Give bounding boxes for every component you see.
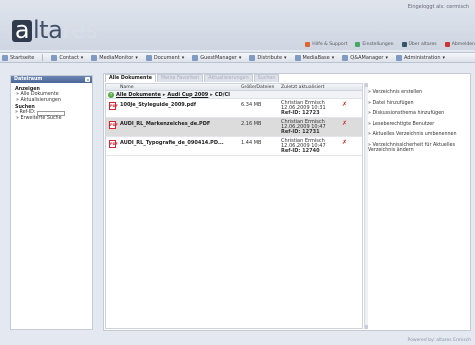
menu-qamanager[interactable]: Q&AManager ▾ [342, 54, 388, 61]
menu-mediabase[interactable]: MediaBase ▾ [294, 54, 335, 61]
chevron-down-icon: ▾ [331, 54, 335, 61]
help-link[interactable]: Hilfe & Support [305, 42, 347, 47]
chevron-down-icon: ▾ [181, 54, 185, 61]
settings-icon [355, 42, 361, 47]
sidebar-title: Dateiraum ◂ [11, 76, 92, 83]
admin-icon [395, 54, 402, 61]
pdf-icon: PDF [109, 140, 118, 148]
contact-icon [51, 54, 58, 61]
top-links: Hilfe & Support Einstellungen Über altar… [305, 42, 475, 47]
mediabase-icon [294, 54, 301, 61]
tab-alle-dokumente[interactable]: Alle Dokumente [105, 74, 157, 82]
breadcrumb-audi-cup[interactable]: Audi Cup 2009 [167, 92, 208, 98]
chevron-down-icon: ▾ [284, 54, 287, 61]
action-add-file[interactable]: » Datei hinzufügen [368, 101, 468, 107]
action-read-users[interactable]: » Leseberechtigte Benutzer [368, 122, 468, 128]
monitor-icon [91, 54, 98, 61]
sidebar-panel: Dateiraum ◂ Anzeigen » Alle Dokumente » … [10, 75, 93, 330]
menu-mediamonitor[interactable]: MediaMonitor ▾ [91, 54, 138, 61]
action-list: » Verzeichnis erstellen » Datei hinzufüg… [368, 90, 468, 159]
document-panel: Alle Dokumente Meine Favoriten Aktualisi… [103, 73, 471, 331]
file-name-link[interactable]: AUDI_RL_Markenzeiches_de.PDF [120, 121, 210, 127]
info-icon [401, 42, 407, 47]
menu-distribute[interactable]: Distribute ▾ [249, 54, 287, 61]
file-size: 6.34 MB [241, 102, 262, 108]
menu-document[interactable]: Document ▾ [145, 54, 185, 61]
logout-link[interactable]: Abmelden [444, 42, 475, 47]
breadcrumb: ↑ Alle Dokumente ▸ Audi Cup 2009 ▸ CD/CI [106, 91, 362, 99]
sidebar-item-aktualisierungen[interactable]: » Aktualisierungen [15, 98, 88, 104]
chevron-down-icon: ▾ [80, 54, 84, 61]
file-name-link[interactable]: AUDI_RL_Typografie_de_090414.PD... [120, 140, 224, 146]
delete-icon[interactable]: ✗ [342, 120, 347, 127]
chevron-down-icon: ▾ [135, 54, 138, 61]
ref-id-input[interactable] [37, 110, 66, 116]
chevron-down-icon: ▾ [442, 54, 446, 61]
settings-link[interactable]: Einstellungen [355, 42, 394, 47]
logout-icon [444, 42, 450, 47]
scroll-down-icon[interactable] [365, 325, 368, 329]
main-menu: Startseite Contact ▾ MediaMonitor ▾ Docume… [0, 52, 475, 63]
folder-up-icon[interactable]: ↑ [108, 91, 114, 98]
action-rename-folder[interactable]: » Aktuelles Verzeichnis umbenennen [368, 132, 468, 138]
file-name-link[interactable]: 100Je_Styleguide_2009.pdf [120, 102, 196, 108]
column-header: Name Größe/Dateien Zuletzt aktualisiert [106, 84, 362, 91]
breadcrumb-alle-dokumente[interactable]: Alle Dokumente [116, 92, 161, 98]
scroll-up-icon[interactable] [365, 83, 368, 87]
tab-bar: Alle Dokumente Meine Favoriten Aktualisi… [104, 74, 280, 82]
pdf-icon: PDF [109, 102, 118, 110]
app-header: a ltares Eingeloggt als: cermisch Hilfe &… [0, 0, 475, 50]
home-icon [2, 54, 8, 61]
distribute-icon [249, 54, 256, 61]
menu-separator [42, 54, 44, 61]
pdf-icon: PDF [109, 121, 118, 129]
file-size: 1.44 MB [241, 140, 262, 146]
sidebar-item-erweiterte-suche[interactable]: » Erweiterte Suche [15, 116, 88, 122]
file-size: 2.16 MB [241, 121, 262, 127]
action-create-folder[interactable]: » Verzeichnis erstellen [368, 90, 468, 96]
menu-administration[interactable]: Administration ▾ [395, 54, 446, 61]
breadcrumb-separator: ▸ [210, 91, 213, 98]
table-row[interactable]: PDF AUDI_RL_Markenzeiches_de.PDF 2.16 MB… [106, 118, 362, 137]
menu-guestmanager[interactable]: GuestManager ▾ [192, 54, 242, 61]
table-row[interactable]: PDF AUDI_RL_Typografie_de_090414.PD... 1… [106, 137, 362, 156]
last-updated: Christian Ermisch 12.06.2009 10:47 Ref-I… [281, 138, 326, 154]
column-last-updated[interactable]: Zuletzt aktualisiert [281, 85, 324, 90]
tab-meine-favoriten[interactable]: Meine Favoriten [157, 74, 204, 82]
help-icon [305, 42, 311, 47]
document-icon [145, 54, 152, 61]
menu-contact[interactable]: Contact ▾ [51, 54, 84, 61]
qa-icon [342, 54, 349, 61]
tab-aktualisierungen[interactable]: Aktualisierungen [204, 74, 253, 82]
column-name[interactable]: Name [120, 85, 134, 90]
breadcrumb-current: CD/CI [214, 91, 230, 98]
last-updated: Christian Ermisch 12.06.2009 10:31 Ref-I… [281, 100, 326, 116]
footer-credit: Powered by: altares Ermisch [407, 338, 471, 343]
login-info: Eingeloggt als: cermisch [407, 4, 469, 10]
menu-startseite[interactable]: Startseite [2, 54, 34, 61]
action-add-discussion[interactable]: » Diskussionsthema hinzufügen [368, 111, 468, 117]
collapse-icon[interactable]: ◂ [85, 77, 90, 82]
delete-icon[interactable]: ✗ [342, 101, 347, 108]
last-updated: Christian Ermisch 12.06.2009 10:47 Ref-I… [281, 119, 326, 135]
chevron-down-icon: ▾ [385, 54, 388, 61]
tab-suchen[interactable]: Suchen [253, 74, 280, 82]
delete-icon[interactable]: ✗ [342, 139, 347, 146]
guest-icon [192, 54, 199, 61]
altares-logo[interactable]: a ltares [12, 16, 98, 44]
action-folder-security[interactable]: » Verzeichnissicherheit für Aktuelles Ve… [368, 143, 468, 154]
file-list: Name Größe/Dateien Zuletzt aktualisiert … [105, 83, 363, 329]
column-size[interactable]: Größe/Dateien [241, 85, 274, 90]
about-link[interactable]: Über altares [401, 42, 437, 47]
breadcrumb-separator: ▸ [162, 91, 166, 98]
table-row[interactable]: PDF 100Je_Styleguide_2009.pdf 6.34 MB Ch… [106, 99, 362, 118]
chevron-down-icon: ▾ [238, 54, 242, 61]
